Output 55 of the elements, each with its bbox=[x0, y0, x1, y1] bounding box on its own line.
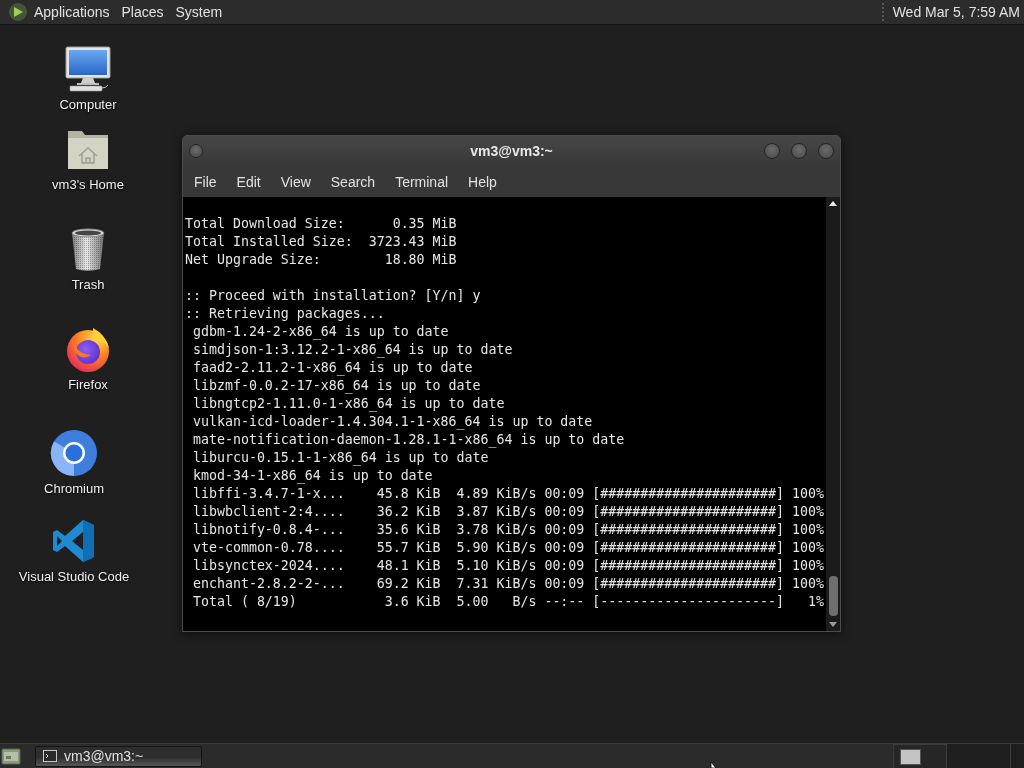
minimize-button[interactable] bbox=[764, 143, 780, 159]
desktop-icon-label[interactable]: Chromium bbox=[44, 480, 104, 497]
desktop-icon-label[interactable]: vm3's Home bbox=[52, 176, 124, 193]
terminal-line: libngtcp2-1.11.0-1-x86_64 is up to date bbox=[192, 395, 506, 413]
taskbar-button[interactable]: vm3@vm3:~ bbox=[35, 745, 202, 767]
scroll-down-icon[interactable] bbox=[829, 622, 837, 627]
panel-menu[interactable]: Applications bbox=[28, 1, 116, 23]
menu-item[interactable]: View bbox=[270, 169, 321, 194]
workspace-switcher[interactable] bbox=[893, 743, 1024, 768]
window-title: vm3@vm3:~ bbox=[470, 143, 553, 159]
terminal-line: libwbclient-2:4.... 36.2 KiB 3.87 KiB/s 00:09 [######################] 100% bbox=[192, 503, 825, 521]
menu-item[interactable]: Terminal bbox=[385, 169, 459, 194]
terminal-line: vte-common-0.78.... 55.7 KiB 5.90 KiB/s 00:09 [######################] 100% bbox=[192, 539, 825, 557]
window-menu-button[interactable] bbox=[189, 144, 203, 158]
terminal-line: libsynctex-2024.... 48.1 KiB 5.10 KiB/s 00:09 [######################] 100% bbox=[192, 557, 825, 575]
terminal-line: simdjson-1:3.12.2-1-x86_64 is up to date bbox=[192, 341, 514, 359]
terminal-icon bbox=[43, 750, 57, 762]
terminal-line: Net Upgrade Size: 18.80 MiB bbox=[185, 251, 458, 269]
desktop-icon-label[interactable]: Trash bbox=[71, 276, 105, 293]
mouse-pointer-icon bbox=[710, 762, 719, 768]
computer-icon[interactable] bbox=[64, 45, 112, 93]
menu-item[interactable]: File bbox=[184, 169, 227, 194]
terminal-line: mate-notification-daemon-1.28.1-1-x86_64 is up to date bbox=[192, 431, 626, 449]
terminal-line: Total Installed Size: 3723.43 MiB bbox=[185, 233, 458, 251]
menu-logo-icon[interactable] bbox=[8, 2, 28, 22]
terminal-line: gdbm-1.24-2-x86_64 is up to date bbox=[192, 323, 450, 341]
terminal-line: kmod-34-1-x86_64 is up to date bbox=[192, 467, 434, 485]
scrollbar[interactable] bbox=[826, 197, 840, 631]
menu-item[interactable]: Edit bbox=[226, 169, 271, 194]
terminal-line: libnotify-0.8.4-... 35.6 KiB 3.78 KiB/s 00:09 [######################] 100% bbox=[192, 521, 825, 539]
desktop-icon-label[interactable]: Computer bbox=[59, 96, 117, 113]
terminal-line: Total ( 8/19) 3.6 KiB 5.00 B/s --:-- [----------------------] 1% bbox=[192, 593, 825, 611]
scroll-up-icon[interactable] bbox=[829, 201, 837, 206]
desktop-icon-label[interactable]: Firefox bbox=[68, 376, 108, 393]
close-button[interactable] bbox=[818, 143, 834, 159]
terminal-line: libzmf-0.0.2-17-x86_64 is up to date bbox=[192, 377, 482, 395]
terminal-line: :: Proceed with installation? [Y/n] y bbox=[185, 287, 482, 305]
chromium-icon[interactable] bbox=[50, 429, 98, 477]
terminal-line: libffi-3.4.7-1-x... 45.8 KiB 4.89 KiB/s 00:09 [######################] 100% bbox=[192, 485, 825, 503]
menu-item[interactable]: Help bbox=[458, 169, 507, 194]
scrollbar-thumb[interactable] bbox=[828, 576, 838, 616]
maximize-button[interactable] bbox=[791, 143, 807, 159]
show-desktop-icon[interactable] bbox=[1, 747, 21, 765]
menu-item[interactable]: Search bbox=[320, 169, 386, 194]
terminal-line: enchant-2.8.2-2-... 69.2 KiB 7.31 KiB/s 00:09 [######################] 100% bbox=[192, 575, 825, 593]
desktop-icon-label[interactable]: Visual Studio Code bbox=[18, 568, 130, 585]
panel-menu[interactable]: System bbox=[169, 1, 229, 23]
clock[interactable]: Wed Mar 5, 7:59 AM bbox=[892, 4, 1020, 20]
terminal-line: vulkan-icd-loader-1.4.304.1-1-x86_64 is up to date bbox=[192, 413, 594, 431]
terminal-line: Total Download Size: 0.35 MiB bbox=[185, 215, 458, 233]
firefox-icon[interactable] bbox=[64, 325, 112, 373]
panel-menu[interactable]: Places bbox=[115, 1, 170, 23]
terminal-line: :: Retrieving packages... bbox=[185, 305, 386, 323]
terminal-line: faad2-2.11.2-1-x86_64 is up to date bbox=[192, 359, 474, 377]
terminal-line: liburcu-0.15.1-1-x86_64 is up to date bbox=[192, 449, 490, 467]
